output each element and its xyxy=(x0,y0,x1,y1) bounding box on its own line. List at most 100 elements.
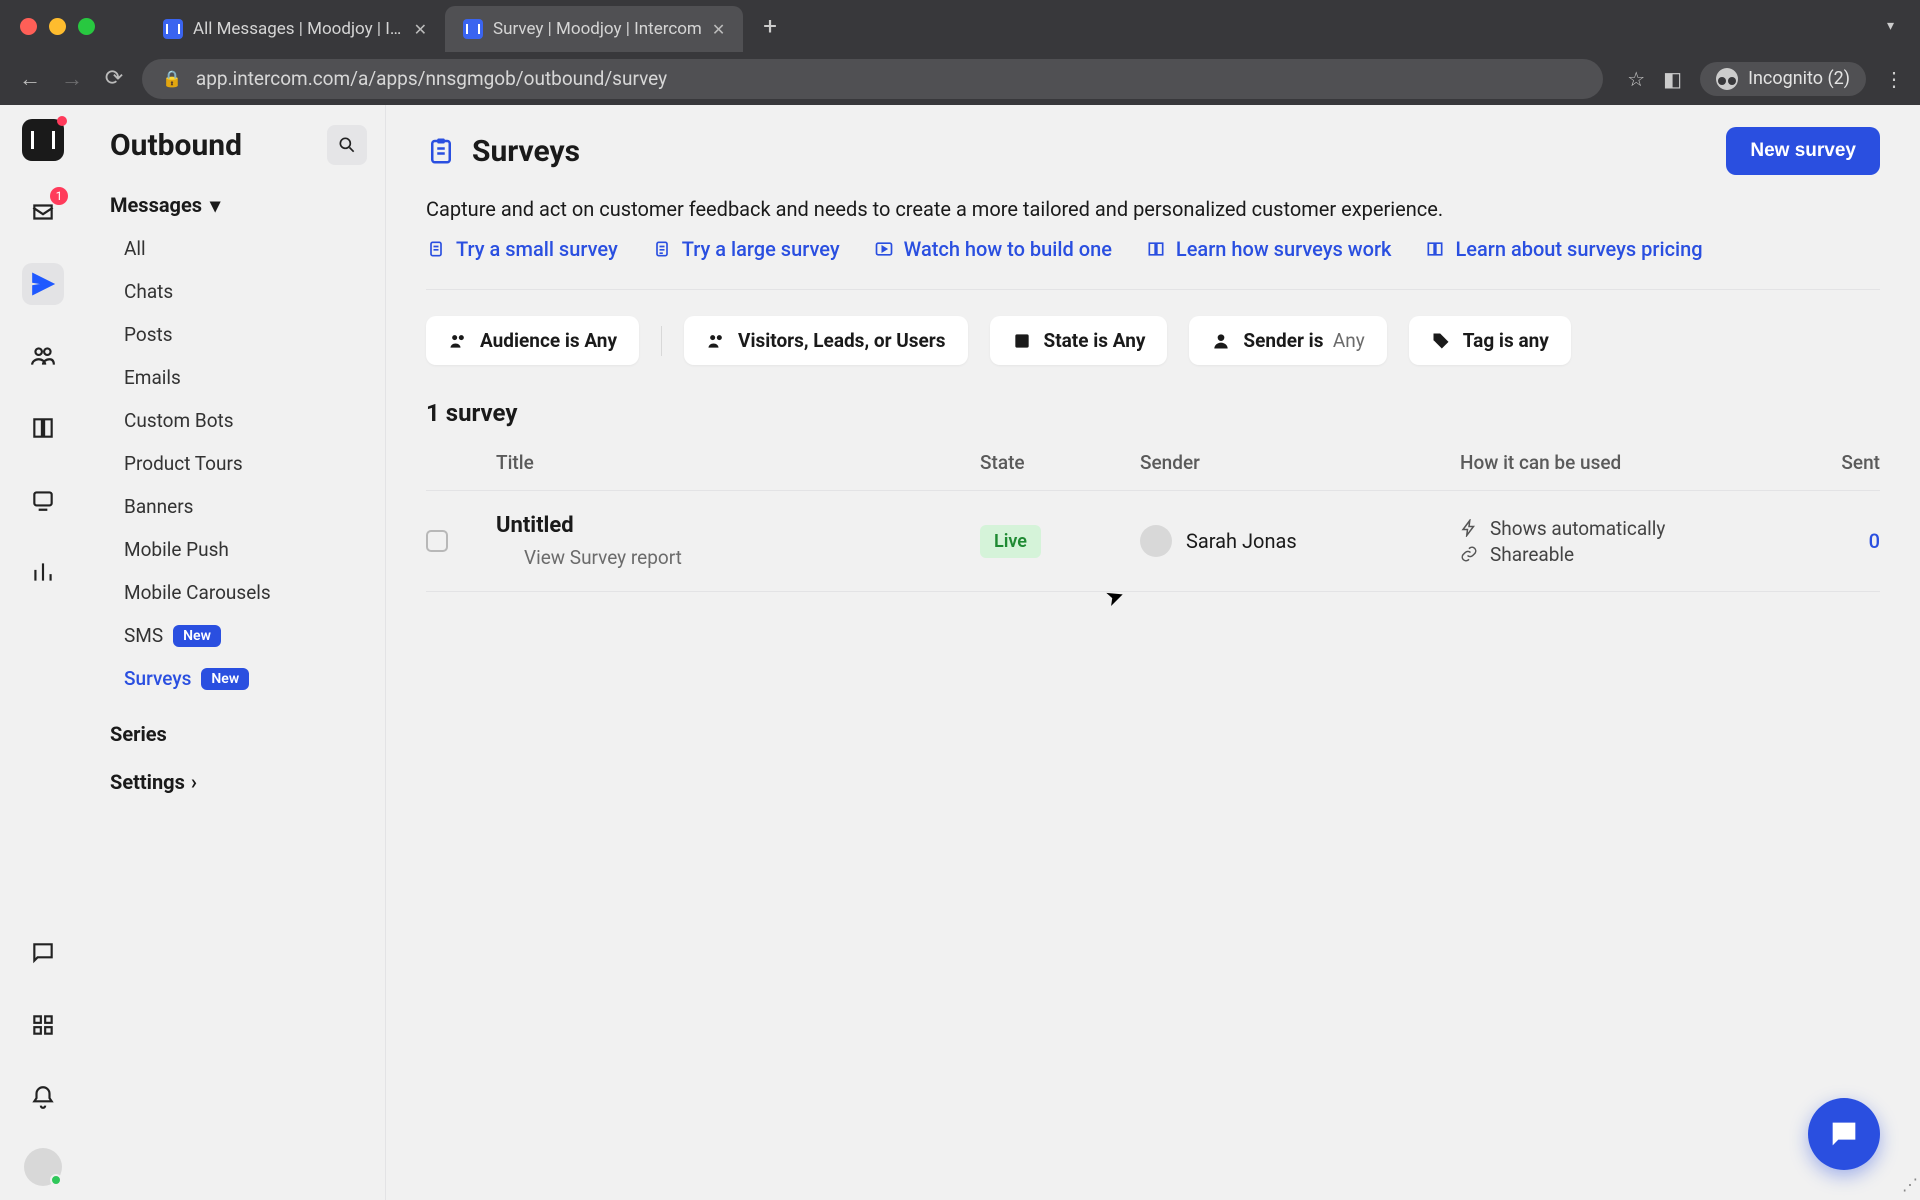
table-header: Title State Sender How it can be used Se… xyxy=(426,451,1880,491)
sidebar-item-mobile-carousels[interactable]: Mobile Carousels xyxy=(86,571,385,614)
window-zoom-icon[interactable] xyxy=(78,18,95,35)
sidebar-item-mobile-push[interactable]: Mobile Push xyxy=(86,528,385,571)
rail-articles[interactable] xyxy=(22,407,64,449)
help-link-learn-how[interactable]: Learn how surveys work xyxy=(1146,237,1392,261)
rail-inbox[interactable]: 1 xyxy=(22,191,64,233)
url-text: app.intercom.com/a/apps/nnsgmgob/outboun… xyxy=(196,67,667,90)
sidebar-messages-list: All Chats Posts Emails Custom Bots Produ… xyxy=(86,223,385,710)
page-description: Capture and act on customer feedback and… xyxy=(426,197,1880,221)
incognito-icon xyxy=(1716,68,1738,90)
book-icon xyxy=(1425,239,1445,259)
filter-separator xyxy=(661,326,662,356)
tab-close-icon[interactable]: ✕ xyxy=(712,20,725,39)
sidebar-item-emails[interactable]: Emails xyxy=(86,356,385,399)
filter-row: Audience is Any Visitors, Leads, or User… xyxy=(426,316,1880,365)
tab-close-icon[interactable]: ✕ xyxy=(414,20,427,39)
clipboard-icon xyxy=(426,136,456,166)
rail-avatar[interactable] xyxy=(24,1148,62,1186)
help-link-watch[interactable]: Watch how to build one xyxy=(874,237,1112,261)
survey-table: Title State Sender How it can be used Se… xyxy=(426,451,1880,592)
sidebar-item-product-tours[interactable]: Product Tours xyxy=(86,442,385,485)
people-icon xyxy=(706,331,726,351)
sidebar-search-button[interactable] xyxy=(327,125,367,165)
intercom-logo-icon[interactable] xyxy=(22,119,64,161)
filter-audience[interactable]: Audience is Any xyxy=(426,316,639,365)
sender-name: Sarah Jonas xyxy=(1186,529,1297,553)
filter-tag[interactable]: Tag is any xyxy=(1409,316,1571,365)
page-title-wrap: Surveys xyxy=(426,134,580,169)
nav-back-icon[interactable]: ← xyxy=(16,66,44,92)
window-close-icon[interactable] xyxy=(20,18,37,35)
sidebar-item-all[interactable]: All xyxy=(86,227,385,270)
resize-grip-icon[interactable]: ⋰ xyxy=(1902,1175,1914,1194)
chevron-right-icon: › xyxy=(191,770,197,794)
rail-notifications[interactable] xyxy=(22,1076,64,1118)
avatar xyxy=(1140,525,1172,557)
sent-count[interactable]: 0 xyxy=(1760,529,1880,553)
browser-chrome: All Messages | Moodjoy | Interc ✕ Survey… xyxy=(0,0,1920,105)
new-survey-button[interactable]: New survey xyxy=(1726,127,1880,175)
search-icon xyxy=(337,135,357,155)
browser-tab[interactable]: All Messages | Moodjoy | Interc ✕ xyxy=(145,6,445,52)
new-tab-button[interactable]: + xyxy=(763,12,777,40)
sidebar-item-sms[interactable]: SMS New xyxy=(86,614,385,657)
sidebar-item-surveys[interactable]: Surveys New xyxy=(86,657,385,700)
nav-forward-icon[interactable]: → xyxy=(58,66,86,92)
sidebar-item-posts[interactable]: Posts xyxy=(86,313,385,356)
filter-visitors[interactable]: Visitors, Leads, or Users xyxy=(684,316,967,365)
rail-messenger[interactable] xyxy=(22,932,64,974)
tag-icon xyxy=(1431,331,1451,351)
browser-tab-active[interactable]: Survey | Moodjoy | Intercom ✕ xyxy=(445,6,743,52)
filter-state[interactable]: State is Any xyxy=(990,316,1168,365)
nav-rail: 1 xyxy=(0,105,86,1200)
view-report-link[interactable]: View Survey report xyxy=(496,546,980,569)
person-icon xyxy=(1211,331,1231,351)
sidebar-item-chats[interactable]: Chats xyxy=(86,270,385,313)
state-badge: Live xyxy=(980,525,1041,558)
rail-reports[interactable] xyxy=(22,551,64,593)
sidebar-section-messages[interactable]: Messages ▾ xyxy=(86,183,385,223)
incognito-label: Incognito (2) xyxy=(1748,68,1850,89)
chevron-down-icon: ▾ xyxy=(210,193,220,217)
col-sender[interactable]: Sender xyxy=(1140,451,1460,474)
rail-apps[interactable] xyxy=(22,1004,64,1046)
rail-contacts[interactable] xyxy=(22,335,64,377)
nav-reload-icon[interactable]: ⟳ xyxy=(100,66,128,91)
browser-menu-icon[interactable]: ⋮ xyxy=(1884,67,1904,91)
window-controls xyxy=(20,18,95,35)
help-link-small-survey[interactable]: Try a small survey xyxy=(426,237,618,261)
row-title: Untitled xyxy=(496,513,980,538)
rail-outbound[interactable] xyxy=(22,263,64,305)
sidebar-item-custom-bots[interactable]: Custom Bots xyxy=(86,399,385,442)
col-title[interactable]: Title xyxy=(496,451,980,474)
bar-chart-icon xyxy=(496,549,514,567)
col-sent[interactable]: Sent xyxy=(1760,451,1880,474)
tab-overflow-icon[interactable]: ▾ xyxy=(1887,18,1894,34)
rail-operator[interactable] xyxy=(22,479,64,521)
new-badge: New xyxy=(173,625,221,647)
state-icon xyxy=(1012,331,1032,351)
browser-toolbar: ← → ⟳ 🔒 app.intercom.com/a/apps/nnsgmgob… xyxy=(0,52,1920,105)
bookmark-star-icon[interactable]: ☆ xyxy=(1627,67,1645,91)
filter-sender[interactable]: Sender is Any xyxy=(1189,316,1386,365)
sidebar-item-series[interactable]: Series xyxy=(110,710,385,758)
people-icon xyxy=(448,331,468,351)
help-link-large-survey[interactable]: Try a large survey xyxy=(652,237,840,261)
col-state[interactable]: State xyxy=(980,451,1140,474)
address-bar[interactable]: 🔒 app.intercom.com/a/apps/nnsgmgob/outbo… xyxy=(142,59,1603,99)
extensions-icon[interactable]: ◧ xyxy=(1663,67,1682,91)
sidebar-item-settings[interactable]: Settings › xyxy=(110,758,385,806)
window-minimize-icon[interactable] xyxy=(49,18,66,35)
sidebar-item-banners[interactable]: Banners xyxy=(86,485,385,528)
play-icon xyxy=(874,239,894,259)
sidebar: Outbound Messages ▾ All Chats Posts Emai… xyxy=(86,105,386,1200)
incognito-indicator[interactable]: Incognito (2) xyxy=(1700,62,1866,96)
col-usage[interactable]: How it can be used xyxy=(1460,451,1760,474)
intercom-favicon-icon xyxy=(163,19,183,39)
help-link-pricing[interactable]: Learn about surveys pricing xyxy=(1425,237,1702,261)
intercom-messenger-fab[interactable] xyxy=(1808,1098,1880,1170)
table-row[interactable]: Untitled View Survey report Live Sarah J… xyxy=(426,491,1880,592)
row-checkbox[interactable] xyxy=(426,530,448,552)
tab-title: All Messages | Moodjoy | Interc xyxy=(193,19,404,39)
app-root: 1 Outbound xyxy=(0,105,1920,1200)
